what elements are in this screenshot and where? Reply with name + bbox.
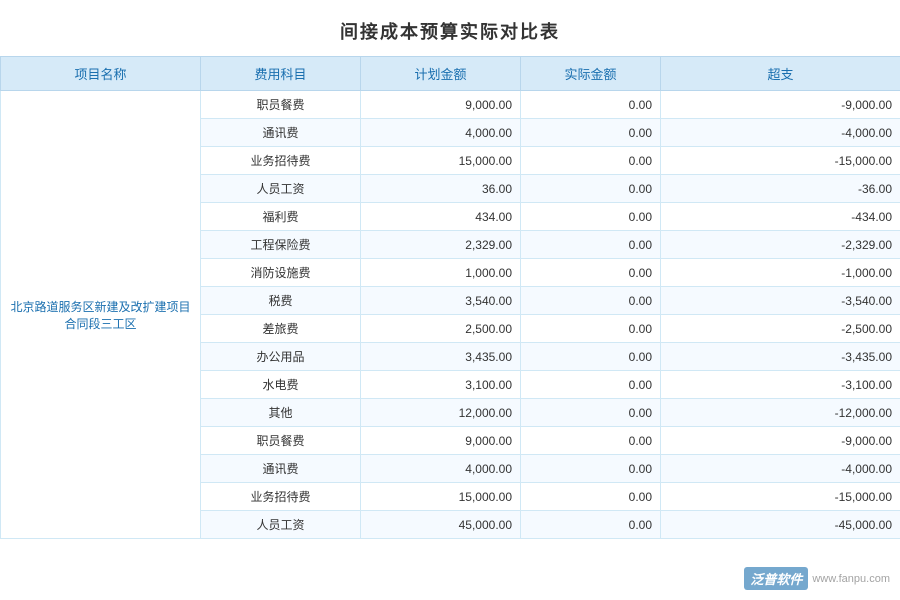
actual-amount-cell: 0.00 (521, 511, 661, 539)
category-cell: 水电费 (201, 371, 361, 399)
planned-amount-cell: 12,000.00 (361, 399, 521, 427)
actual-amount-cell: 0.00 (521, 455, 661, 483)
actual-amount-cell: 0.00 (521, 259, 661, 287)
over-amount-cell: -9,000.00 (661, 91, 900, 119)
category-cell: 职员餐费 (201, 427, 361, 455)
category-cell: 福利费 (201, 203, 361, 231)
category-cell: 其他 (201, 399, 361, 427)
over-amount-cell: -2,500.00 (661, 315, 900, 343)
actual-amount-cell: 0.00 (521, 175, 661, 203)
planned-amount-cell: 3,540.00 (361, 287, 521, 315)
header-over: 超支 (661, 57, 900, 91)
category-cell: 消防设施费 (201, 259, 361, 287)
actual-amount-cell: 0.00 (521, 287, 661, 315)
planned-amount-cell: 3,100.00 (361, 371, 521, 399)
actual-amount-cell: 0.00 (521, 483, 661, 511)
over-amount-cell: -12,000.00 (661, 399, 900, 427)
table-header-row: 项目名称 费用科目 计划金额 实际金额 超支 (1, 57, 900, 91)
category-cell: 税费 (201, 287, 361, 315)
table-row: 北京路道服务区新建及改扩建项目合同段三工区职员餐费9,000.000.00-9,… (1, 91, 900, 119)
over-amount-cell: -3,540.00 (661, 287, 900, 315)
page-title: 间接成本预算实际对比表 (340, 22, 560, 42)
category-cell: 业务招待费 (201, 147, 361, 175)
planned-amount-cell: 9,000.00 (361, 427, 521, 455)
over-amount-cell: -4,000.00 (661, 455, 900, 483)
planned-amount-cell: 3,435.00 (361, 343, 521, 371)
planned-amount-cell: 2,329.00 (361, 231, 521, 259)
title-area: 间接成本预算实际对比表 (0, 0, 900, 56)
actual-amount-cell: 0.00 (521, 119, 661, 147)
over-amount-cell: -45,000.00 (661, 511, 900, 539)
over-amount-cell: -3,100.00 (661, 371, 900, 399)
planned-amount-cell: 434.00 (361, 203, 521, 231)
planned-amount-cell: 15,000.00 (361, 147, 521, 175)
header-category: 费用科目 (201, 57, 361, 91)
planned-amount-cell: 2,500.00 (361, 315, 521, 343)
actual-amount-cell: 0.00 (521, 91, 661, 119)
category-cell: 职员餐费 (201, 91, 361, 119)
category-cell: 业务招待费 (201, 483, 361, 511)
over-amount-cell: -15,000.00 (661, 483, 900, 511)
category-cell: 办公用品 (201, 343, 361, 371)
actual-amount-cell: 0.00 (521, 203, 661, 231)
planned-amount-cell: 36.00 (361, 175, 521, 203)
planned-amount-cell: 45,000.00 (361, 511, 521, 539)
header-actual: 实际金额 (521, 57, 661, 91)
planned-amount-cell: 4,000.00 (361, 119, 521, 147)
over-amount-cell: -9,000.00 (661, 427, 900, 455)
actual-amount-cell: 0.00 (521, 343, 661, 371)
category-cell: 通讯费 (201, 455, 361, 483)
over-amount-cell: -36.00 (661, 175, 900, 203)
planned-amount-cell: 9,000.00 (361, 91, 521, 119)
planned-amount-cell: 15,000.00 (361, 483, 521, 511)
actual-amount-cell: 0.00 (521, 147, 661, 175)
actual-amount-cell: 0.00 (521, 231, 661, 259)
actual-amount-cell: 0.00 (521, 399, 661, 427)
category-cell: 通讯费 (201, 119, 361, 147)
category-cell: 差旅费 (201, 315, 361, 343)
planned-amount-cell: 1,000.00 (361, 259, 521, 287)
over-amount-cell: -15,000.00 (661, 147, 900, 175)
header-project: 项目名称 (1, 57, 201, 91)
category-cell: 人员工资 (201, 511, 361, 539)
actual-amount-cell: 0.00 (521, 315, 661, 343)
project-name-cell[interactable]: 北京路道服务区新建及改扩建项目合同段三工区 (1, 91, 201, 539)
over-amount-cell: -3,435.00 (661, 343, 900, 371)
over-amount-cell: -1,000.00 (661, 259, 900, 287)
over-amount-cell: -2,329.00 (661, 231, 900, 259)
over-amount-cell: -434.00 (661, 203, 900, 231)
planned-amount-cell: 4,000.00 (361, 455, 521, 483)
category-cell: 工程保险费 (201, 231, 361, 259)
actual-amount-cell: 0.00 (521, 427, 661, 455)
watermark: 泛普软件 www.fanpu.com (744, 567, 890, 590)
header-planned: 计划金额 (361, 57, 521, 91)
watermark-logo: 泛普软件 (744, 567, 808, 590)
main-table: 项目名称 费用科目 计划金额 实际金额 超支 北京路道服务区新建及改扩建项目合同… (0, 56, 900, 539)
page-wrapper: 间接成本预算实际对比表 项目名称 费用科目 计划金额 实际金额 超支 (0, 0, 900, 600)
watermark-url: www.fanpu.com (812, 573, 890, 585)
table-container: 项目名称 费用科目 计划金额 实际金额 超支 北京路道服务区新建及改扩建项目合同… (0, 56, 900, 539)
over-amount-cell: -4,000.00 (661, 119, 900, 147)
actual-amount-cell: 0.00 (521, 371, 661, 399)
category-cell: 人员工资 (201, 175, 361, 203)
